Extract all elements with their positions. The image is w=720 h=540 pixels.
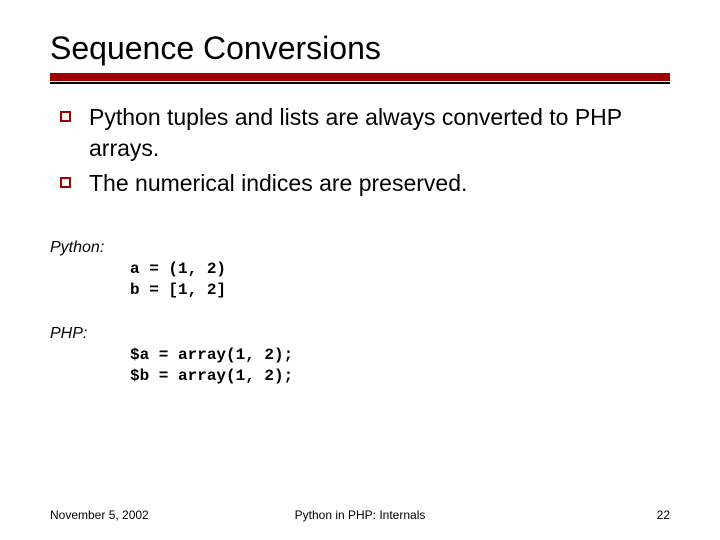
bullet-marker-icon <box>60 177 71 188</box>
code-label: Python: <box>50 239 670 257</box>
footer: November 5, 2002 Python in PHP: Internal… <box>50 508 670 522</box>
footer-date: November 5, 2002 <box>50 508 149 522</box>
code-block: $a = array(1, 2); $b = array(1, 2); <box>50 345 670 387</box>
footer-page: 22 <box>657 508 670 522</box>
code-block: a = (1, 2) b = [1, 2] <box>50 259 670 301</box>
bullet-text: The numerical indices are preserved. <box>89 168 467 199</box>
underline-black <box>50 82 670 84</box>
slide: Sequence Conversions Python tuples and l… <box>0 0 720 540</box>
footer-center: Python in PHP: Internals <box>295 508 426 522</box>
title-underline <box>50 73 670 84</box>
code-label: PHP: <box>50 325 670 343</box>
bullet-list: Python tuples and lists are always conve… <box>50 102 670 199</box>
underline-red <box>50 73 670 81</box>
bullet-marker-icon <box>60 111 71 122</box>
slide-title: Sequence Conversions <box>50 30 670 67</box>
code-section-python: Python: a = (1, 2) b = [1, 2] <box>50 239 670 301</box>
bullet-text: Python tuples and lists are always conve… <box>89 102 670 164</box>
bullet-item: The numerical indices are preserved. <box>60 168 670 199</box>
code-section-php: PHP: $a = array(1, 2); $b = array(1, 2); <box>50 325 670 387</box>
bullet-item: Python tuples and lists are always conve… <box>60 102 670 164</box>
